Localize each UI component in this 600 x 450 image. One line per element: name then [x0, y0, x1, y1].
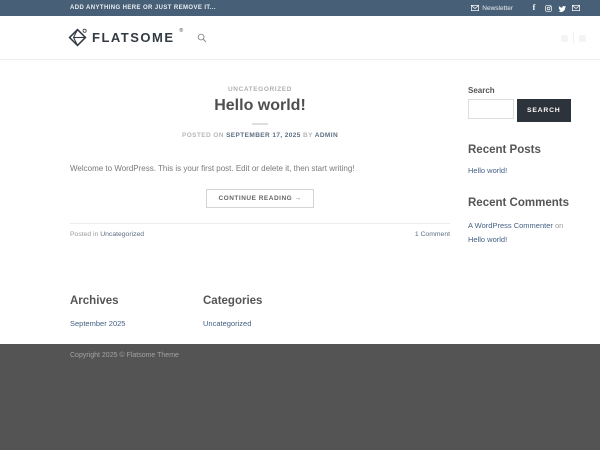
trademark-symbol: ®	[180, 28, 184, 34]
copyright-text: Copyright 2025 © Flatsome Theme	[70, 352, 600, 359]
comment-count-link[interactable]: 1 Comment	[415, 231, 450, 238]
flatsome-diamond-icon	[68, 28, 87, 47]
site-header: FLATSOME ®	[0, 16, 600, 60]
topbar-right: Newsletter f	[471, 4, 580, 12]
main-content: UNCATEGORIZED Hello world! POSTED ON SEP…	[0, 60, 600, 270]
placeholder-icon	[579, 35, 586, 42]
title-divider	[252, 123, 268, 125]
commenter-link[interactable]: A WordPress Commenter	[468, 221, 553, 230]
site-logo[interactable]: FLATSOME ®	[68, 28, 183, 48]
logo-text: FLATSOME	[92, 28, 175, 48]
category-link[interactable]: Uncategorized	[203, 319, 336, 328]
posted-in: Posted in Uncategorized	[70, 231, 144, 238]
envelope-icon	[471, 4, 479, 12]
post-meta: POSTED ON SEPTEMBER 17, 2025 BY ADMIN	[70, 132, 450, 139]
post-title[interactable]: Hello world!	[70, 97, 450, 115]
post-footer-meta: Posted in Uncategorized 1 Comment	[70, 223, 450, 238]
posted-in-label: Posted in	[70, 231, 100, 238]
commented-post-link[interactable]: Hello world!	[468, 235, 507, 244]
recent-post-link[interactable]: Hello world!	[468, 166, 578, 175]
sidebar: Search SEARCH Recent Posts Hello world! …	[468, 86, 578, 270]
social-links: f	[530, 4, 580, 12]
archive-month-link[interactable]: September 2025	[70, 319, 203, 328]
placeholder-icon	[561, 35, 568, 42]
posted-in-category-link[interactable]: Uncategorized	[100, 231, 144, 238]
posted-on-label: POSTED ON	[182, 132, 224, 139]
archives-title: Archives	[70, 295, 203, 307]
post-article: UNCATEGORIZED Hello world! POSTED ON SEP…	[70, 86, 450, 270]
twitter-icon[interactable]	[558, 4, 566, 12]
absolute-footer: Copyright 2025 © Flatsome Theme	[0, 344, 600, 450]
instagram-icon[interactable]	[544, 4, 552, 12]
on-label: on	[553, 221, 563, 230]
search-widget-title: Search	[468, 86, 578, 95]
recent-comments-title: Recent Comments	[468, 197, 578, 209]
search-widget: SEARCH	[468, 99, 578, 122]
recent-comment-item: A WordPress Commenter on Hello world!	[468, 219, 578, 248]
divider	[573, 32, 574, 44]
categories-title: Categories	[203, 295, 336, 307]
categories-widget: Categories Uncategorized	[203, 295, 336, 344]
post-category-label[interactable]: UNCATEGORIZED	[70, 86, 450, 93]
page: ADD ANYTHING HERE OR JUST REMOVE IT... N…	[0, 0, 600, 450]
newsletter-label: Newsletter	[482, 5, 513, 12]
header-right-placeholder	[561, 32, 586, 44]
footer-widgets: Archives September 2025 Categories Uncat…	[0, 270, 600, 344]
topbar-message: ADD ANYTHING HERE OR JUST REMOVE IT...	[70, 5, 216, 11]
archives-widget: Archives September 2025	[70, 295, 203, 344]
search-button[interactable]: SEARCH	[517, 99, 571, 122]
search-input[interactable]	[468, 99, 514, 119]
continue-reading-row: CONTINUE READING →	[70, 187, 450, 208]
by-label: BY	[303, 132, 313, 139]
facebook-icon[interactable]: f	[530, 4, 538, 12]
post-date-link[interactable]: SEPTEMBER 17, 2025	[226, 132, 301, 139]
search-icon[interactable]	[197, 33, 207, 43]
recent-posts-title: Recent Posts	[468, 144, 578, 156]
post-author-link[interactable]: ADMIN	[315, 132, 338, 139]
continue-reading-button[interactable]: CONTINUE READING →	[206, 189, 313, 208]
newsletter-link[interactable]: Newsletter	[471, 4, 513, 12]
top-bar: ADD ANYTHING HERE OR JUST REMOVE IT... N…	[0, 0, 600, 16]
post-excerpt: Welcome to WordPress. This is your first…	[70, 163, 450, 175]
email-icon[interactable]	[572, 4, 580, 12]
